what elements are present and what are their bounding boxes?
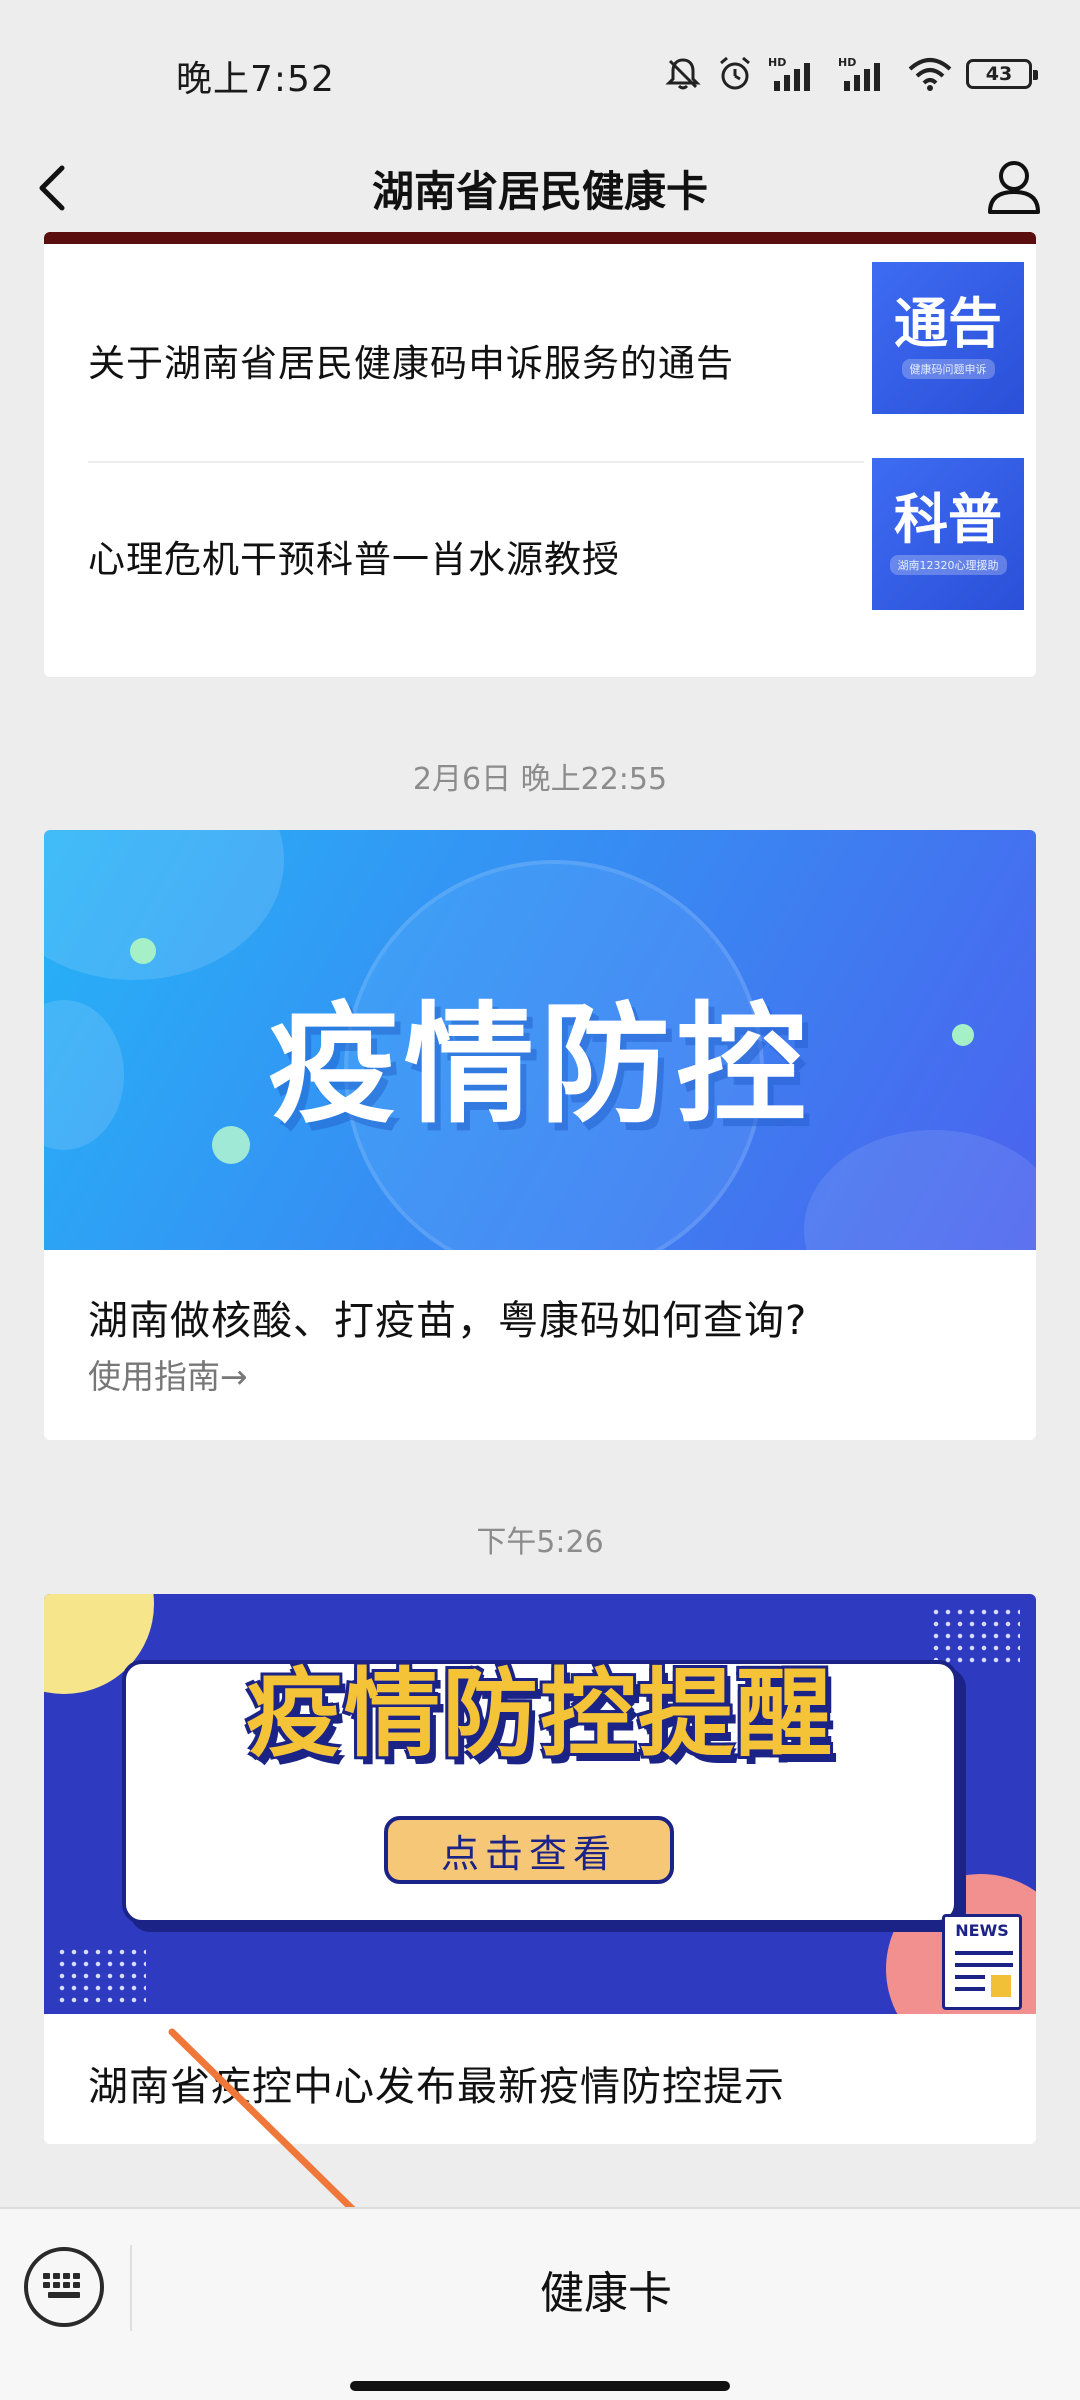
nav-bar: 湖南省居民健康卡 bbox=[0, 140, 1080, 235]
message-timestamp: 下午5:26 bbox=[476, 1525, 604, 1560]
news-item-title: 心理危机干预科普一肖水源教授 bbox=[88, 538, 620, 581]
keyboard-icon[interactable] bbox=[24, 2247, 104, 2327]
article-banner: 疫情防控 bbox=[44, 830, 1036, 1250]
user-icon[interactable] bbox=[982, 154, 1046, 218]
bottom-menu-bar: 健康卡 bbox=[0, 2207, 1080, 2400]
news-label: NEWS bbox=[955, 1921, 1009, 1940]
battery-level: 43 bbox=[985, 63, 1013, 85]
news-item-title: 关于湖南省居民健康码申诉服务的通告 bbox=[88, 342, 734, 385]
news-item[interactable]: 心理危机干预科普一肖水源教授 科普 湖南12320心理援助 bbox=[88, 458, 1024, 654]
article-card[interactable]: 疫情防控 湖南做核酸、打疫苗，粤康码如何查询? 使用指南→ bbox=[44, 830, 1036, 1440]
svg-text:HD: HD bbox=[768, 56, 786, 69]
thumb-title: 通告 bbox=[894, 292, 1002, 355]
message-timestamp: 2月6日 晚上22:55 bbox=[412, 762, 668, 797]
article-title: 湖南做核酸、打疫苗，粤康码如何查询? bbox=[88, 1298, 808, 1344]
page-title: 湖南省居民健康卡 bbox=[371, 167, 708, 216]
battery-icon: 43 bbox=[966, 59, 1038, 89]
banner-title: 疫情防控提醒 bbox=[246, 1658, 834, 1770]
banner-text: 疫情防控 bbox=[267, 989, 812, 1141]
news-thumbnail: 科普 湖南12320心理援助 bbox=[872, 458, 1024, 610]
thumb-subtitle: 健康码问题申诉 bbox=[901, 359, 995, 379]
status-time: 晚上7:52 bbox=[176, 59, 335, 100]
thumb-title: 科普 bbox=[894, 488, 1002, 551]
newspaper-icon: NEWS bbox=[942, 1914, 1022, 2010]
article-subtitle[interactable]: 使用指南→ bbox=[88, 1350, 248, 1398]
menu-item-health-card[interactable]: 健康卡 bbox=[132, 2209, 1080, 2369]
article-banner: 疫情防控提醒 点击查看 NEWS bbox=[44, 1594, 1036, 2014]
thumb-subtitle: 湖南12320心理援助 bbox=[889, 555, 1007, 575]
status-icons: HD HD 43 bbox=[664, 52, 1038, 96]
card-top-strip bbox=[44, 232, 1036, 244]
news-list-card: 关于湖南省居民健康码申诉服务的通告 通告 健康码问题申诉 心理危机干预科普一肖水… bbox=[44, 232, 1036, 677]
hd-signal-icon: HD bbox=[838, 56, 880, 91]
article-title: 湖南省疾控中心发布最新疫情防控提示 bbox=[88, 2064, 785, 2110]
banner-view-button: 点击查看 bbox=[384, 1816, 674, 1884]
news-thumbnail: 通告 健康码问题申诉 bbox=[872, 262, 1024, 414]
article-card[interactable]: 疫情防控提醒 点击查看 NEWS 湖南省疾控中心发布最新疫情防控提示 bbox=[44, 1594, 1036, 2144]
alarm-icon bbox=[720, 56, 750, 90]
wifi-icon bbox=[908, 58, 952, 91]
news-item[interactable]: 关于湖南省居民健康码申诉服务的通告 通告 健康码问题申诉 bbox=[88, 262, 1024, 458]
svg-text:HD: HD bbox=[838, 56, 856, 69]
home-indicator[interactable] bbox=[350, 2381, 730, 2391]
mute-icon bbox=[665, 58, 701, 90]
message-feed[interactable]: 关于湖南省居民健康码申诉服务的通告 通告 健康码问题申诉 心理危机干预科普一肖水… bbox=[0, 232, 1080, 2207]
status-bar: 晚上7:52 HD HD 43 bbox=[0, 0, 1080, 140]
hd-signal-icon: HD bbox=[768, 56, 810, 91]
